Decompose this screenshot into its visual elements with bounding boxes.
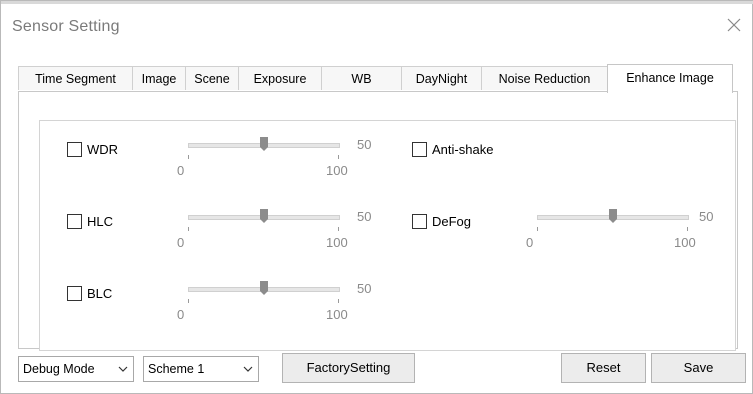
hlc-tick-max [338, 227, 339, 231]
hlc-slider[interactable] [188, 209, 340, 239]
reset-button[interactable]: Reset [561, 353, 646, 383]
wdr-slider[interactable] [188, 137, 340, 167]
defog-tick-min [537, 227, 538, 231]
scheme-select[interactable]: Scheme 1 [143, 356, 259, 382]
wdr-tick-min [188, 155, 189, 159]
mode-select[interactable]: Debug Mode [18, 356, 134, 382]
anti-shake-checkbox[interactable] [412, 142, 427, 157]
blc-min-label: 0 [177, 307, 185, 322]
chevron-down-icon [118, 366, 128, 372]
blc-slider[interactable] [188, 281, 340, 311]
tab-noise-reduction[interactable]: Noise Reduction [481, 66, 608, 90]
defog-slider-thumb[interactable] [609, 209, 617, 223]
blc-slider-thumb[interactable] [260, 281, 268, 295]
mode-select-value: Debug Mode [23, 362, 95, 376]
anti-shake-label: Anti-shake [432, 142, 494, 157]
close-icon [727, 18, 741, 32]
wdr-min-label: 0 [177, 163, 185, 178]
tab-wb[interactable]: WB [321, 66, 402, 90]
tab-time-segment[interactable]: Time Segment [18, 66, 133, 90]
blc-value: 50 [357, 281, 372, 296]
blc-checkbox[interactable] [67, 286, 82, 301]
defog-value: 50 [699, 209, 714, 224]
defog-tick-max [687, 227, 688, 231]
tab-scene[interactable]: Scene [185, 66, 239, 90]
wdr-value: 50 [357, 137, 372, 152]
blc-tick-min [188, 299, 189, 303]
tab-enhance-image[interactable]: Enhance Image [607, 64, 733, 93]
factory-setting-button[interactable]: FactorySetting [282, 353, 415, 383]
chevron-down-icon [243, 366, 253, 372]
defog-slider[interactable] [537, 209, 689, 239]
blc-max-label: 100 [326, 307, 348, 322]
blc-tick-max [338, 299, 339, 303]
defog-min-label: 0 [526, 235, 534, 250]
defog-label: DeFog [432, 214, 472, 229]
wdr-slider-thumb[interactable] [260, 137, 268, 151]
wdr-tick-max [338, 155, 339, 159]
hlc-checkbox[interactable] [67, 214, 82, 229]
defog-max-label: 100 [674, 235, 696, 250]
tab-daynight[interactable]: DayNight [401, 66, 482, 90]
save-button[interactable]: Save [651, 353, 746, 383]
window-top-edge [1, 1, 753, 4]
hlc-slider-thumb[interactable] [260, 209, 268, 223]
hlc-max-label: 100 [326, 235, 348, 250]
hlc-value: 50 [357, 209, 372, 224]
settings-group: WDR 50 0 100 Anti-shake HLC 50 0 100 DeF… [39, 120, 736, 351]
tab-image[interactable]: Image [132, 66, 186, 90]
scheme-select-value: Scheme 1 [148, 362, 205, 376]
blc-label: BLC [87, 286, 113, 301]
hlc-min-label: 0 [177, 235, 185, 250]
wdr-checkbox[interactable] [67, 142, 82, 157]
hlc-label: HLC [87, 214, 114, 229]
close-button[interactable] [723, 14, 745, 36]
defog-checkbox[interactable] [412, 214, 427, 229]
wdr-label: WDR [87, 142, 119, 157]
hlc-tick-min [188, 227, 189, 231]
wdr-max-label: 100 [326, 163, 348, 178]
window-title: Sensor Setting [12, 18, 120, 35]
tab-exposure[interactable]: Exposure [238, 66, 322, 90]
